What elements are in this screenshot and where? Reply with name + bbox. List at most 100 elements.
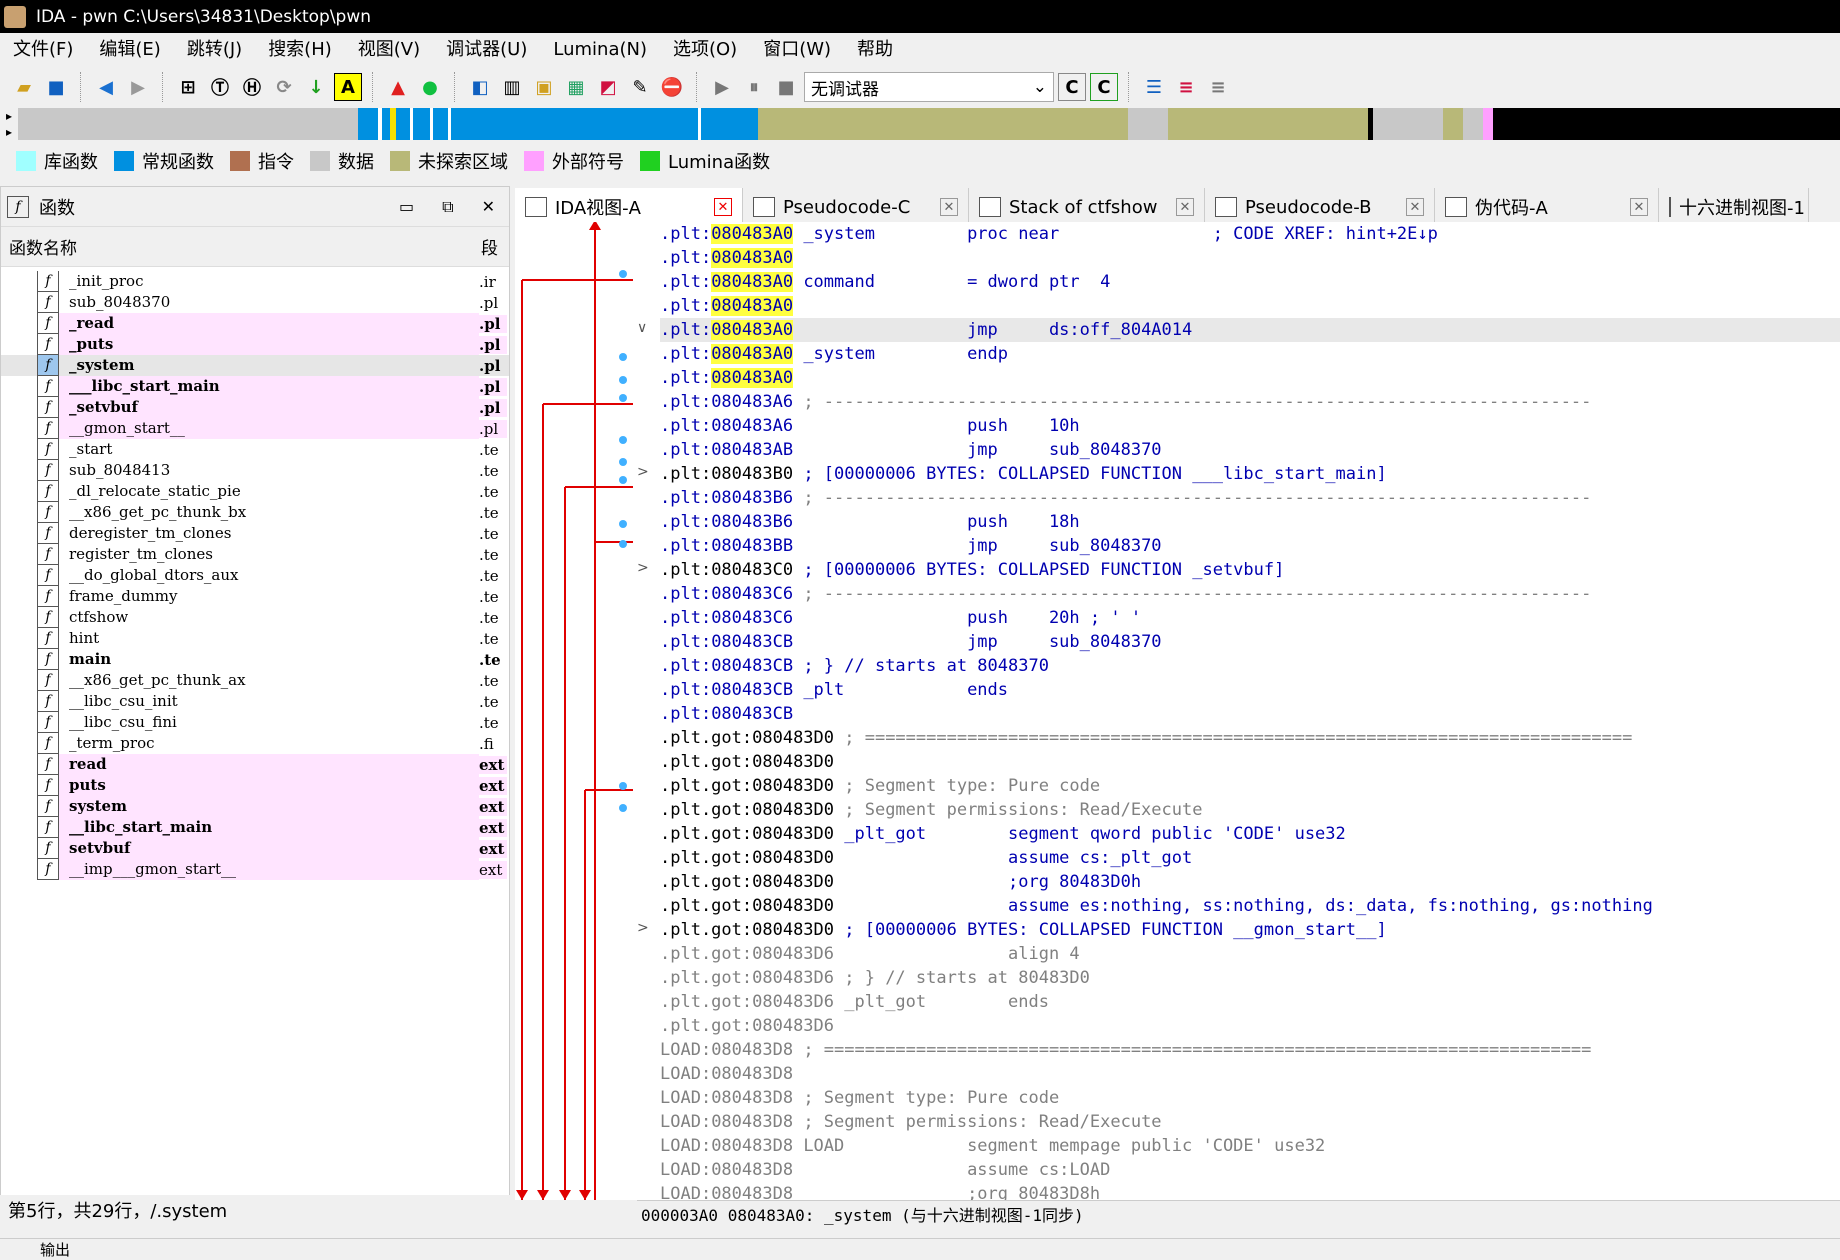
code-line[interactable]: .plt:080483A6 push 10h <box>660 414 1840 438</box>
code-line[interactable]: .plt:080483A0 <box>660 246 1840 270</box>
function-row[interactable]: f __libc_start_main ext <box>1 817 509 838</box>
tab-5[interactable]: 十六进制视图-1 <box>1659 188 1809 226</box>
code-line[interactable]: .plt.got:080483D0 ; [00000006 BYTES: COL… <box>660 918 1840 942</box>
play-icon[interactable]: ▶ <box>708 73 736 101</box>
pause-icon[interactable]: ⏸ <box>740 73 768 101</box>
maximize-icon[interactable]: ▭ <box>399 197 414 217</box>
tab-1[interactable]: Pseudocode-C ✕ <box>743 188 969 226</box>
function-row[interactable]: f _setvbuf .pl <box>1 397 509 418</box>
code-line[interactable]: .plt:080483CB <box>660 702 1840 726</box>
function-row[interactable]: f _system .pl <box>1 355 509 376</box>
fold-toggle-icon[interactable]: > <box>637 464 649 480</box>
menu-item[interactable]: Lumina(N) <box>540 33 660 67</box>
list-red-icon[interactable]: ≡ <box>1172 73 1200 101</box>
save-icon[interactable]: ■ <box>42 73 70 101</box>
circle-icon[interactable]: ● <box>416 73 444 101</box>
code-line[interactable]: .plt.got:080483D0 ; Segment permissions:… <box>660 798 1840 822</box>
function-row[interactable]: f sub_8048413 .te <box>1 460 509 481</box>
function-row[interactable]: f __x86_get_pc_thunk_bx .te <box>1 502 509 523</box>
code-line[interactable]: .plt:080483A0 _system proc near ; CODE X… <box>660 222 1840 246</box>
code-line[interactable]: LOAD:080483D8 assume cs:LOAD <box>660 1158 1840 1182</box>
code-line[interactable]: .plt:080483AB jmp sub_8048370 <box>660 438 1840 462</box>
tab-2[interactable]: Stack of ctfshow ✕ <box>969 188 1205 226</box>
code-line[interactable]: .plt:080483C0 ; [00000006 BYTES: COLLAPS… <box>660 558 1840 582</box>
forward-icon[interactable]: ▶ <box>124 73 152 101</box>
function-row[interactable]: f read ext <box>1 754 509 775</box>
disassembly-listing[interactable]: .plt:080483A0 _system proc near ; CODE X… <box>660 222 1840 1200</box>
function-row[interactable]: f _dl_relocate_static_pie .te <box>1 481 509 502</box>
col-segment[interactable]: 段 <box>481 234 498 259</box>
open-icon[interactable]: ▰ <box>10 73 38 101</box>
tab-close-icon[interactable]: ✕ <box>1630 198 1648 216</box>
function-row[interactable]: f system ext <box>1 796 509 817</box>
menu-item[interactable]: 搜索(H) <box>255 33 345 67</box>
function-row[interactable]: f _read .pl <box>1 313 509 334</box>
function-row[interactable]: f ctfshow .te <box>1 607 509 628</box>
tab-close-icon[interactable]: ✕ <box>1176 198 1194 216</box>
list-icon[interactable]: ☰ <box>1140 73 1168 101</box>
restore-icon[interactable]: ⧉ <box>442 197 453 217</box>
code-line[interactable]: .plt.got:080483D6 ; } // starts at 80483… <box>660 966 1840 990</box>
struct-icon[interactable]: ▣ <box>530 73 558 101</box>
menu-item[interactable]: 文件(F) <box>0 33 86 67</box>
tab-close-icon[interactable]: ✕ <box>1406 198 1424 216</box>
menu-item[interactable]: 窗口(W) <box>750 33 844 67</box>
code-line[interactable]: .plt.got:080483D6 _plt_got ends <box>660 990 1840 1014</box>
function-row[interactable]: f setvbuf ext <box>1 838 509 859</box>
code-line[interactable]: .plt:080483CB _plt ends <box>660 678 1840 702</box>
text-view-icon[interactable]: Ⓣ <box>206 73 234 101</box>
edit-icon[interactable]: ✎ <box>626 73 654 101</box>
close-icon[interactable]: ✕ <box>482 197 495 217</box>
function-row[interactable]: f __libc_csu_init .te <box>1 691 509 712</box>
code-line[interactable]: .plt:080483C6 push 20h ; ' ' <box>660 606 1840 630</box>
output-panel[interactable]: 输出 <box>0 1238 1840 1259</box>
code-line[interactable]: .plt:080483A0 _system endp <box>660 342 1840 366</box>
function-row[interactable]: f register_tm_clones .te <box>1 544 509 565</box>
function-row[interactable]: f hint .te <box>1 628 509 649</box>
function-row[interactable]: f _init_proc .ir <box>1 271 509 292</box>
code-line[interactable]: LOAD:080483D8 LOAD segment mempage publi… <box>660 1134 1840 1158</box>
data-icon[interactable]: ▥ <box>498 73 526 101</box>
code-line[interactable]: .plt.got:080483D0 _plt_got segment qword… <box>660 822 1840 846</box>
triangle-icon[interactable]: ▲ <box>384 73 412 101</box>
code-line[interactable]: .plt:080483C6 ; ------------------------… <box>660 582 1840 606</box>
stop-icon[interactable]: ⛔ <box>658 73 686 101</box>
code-line[interactable]: .plt:080483A0 command = dword ptr 4 <box>660 270 1840 294</box>
text-a-icon[interactable]: A <box>334 73 362 101</box>
fold-toggle-icon[interactable]: ∨ <box>637 320 647 336</box>
function-row[interactable]: f _start .te <box>1 439 509 460</box>
code-line[interactable]: .plt.got:080483D0 <box>660 750 1840 774</box>
function-row[interactable]: f _term_proc .fi <box>1 733 509 754</box>
code-line[interactable]: .plt.got:080483D0 assume cs:_plt_got <box>660 846 1840 870</box>
decompile-icon[interactable]: C <box>1058 73 1086 101</box>
tab-4[interactable]: 伪代码-A ✕ <box>1435 188 1659 226</box>
function-row[interactable]: f main .te <box>1 649 509 670</box>
stop-debug-icon[interactable]: ■ <box>772 73 800 101</box>
nav-arrows-icon[interactable]: ▸ ▸ <box>0 108 18 140</box>
menu-item[interactable]: 编辑(E) <box>86 33 173 67</box>
function-row[interactable]: f __do_global_dtors_aux .te <box>1 565 509 586</box>
code-line[interactable]: LOAD:080483D8 <box>660 1062 1840 1086</box>
function-row[interactable]: f __imp___gmon_start__ ext <box>1 859 509 880</box>
jump-icon[interactable]: ↓ <box>302 73 330 101</box>
fold-toggle-icon[interactable]: > <box>637 560 649 576</box>
code-icon[interactable]: ◧ <box>466 73 494 101</box>
tab-0[interactable]: IDA视图-A ✕ <box>515 188 743 226</box>
tab-3[interactable]: Pseudocode-B ✕ <box>1205 188 1435 226</box>
menu-item[interactable]: 跳转(J) <box>174 33 255 67</box>
function-row[interactable]: f __x86_get_pc_thunk_ax .te <box>1 670 509 691</box>
function-row[interactable]: f __gmon_start__ .pl <box>1 418 509 439</box>
debugger-select[interactable]: 无调试器 ⌄ <box>804 72 1054 102</box>
menu-item[interactable]: 调试器(U) <box>433 33 540 67</box>
function-row[interactable]: f puts ext <box>1 775 509 796</box>
tab-close-icon[interactable]: ✕ <box>714 198 732 216</box>
menu-item[interactable]: 帮助 <box>844 33 906 67</box>
array-icon[interactable]: ▦ <box>562 73 590 101</box>
refresh-icon[interactable]: ⟳ <box>270 73 298 101</box>
navigation-band[interactable] <box>18 108 1840 140</box>
code-line[interactable]: .plt:080483B0 ; [00000006 BYTES: COLLAPS… <box>660 462 1840 486</box>
code-line[interactable]: .plt:080483CB jmp sub_8048370 <box>660 630 1840 654</box>
code-line[interactable]: .plt:080483B6 push 18h <box>660 510 1840 534</box>
code-line[interactable]: .plt:080483BB jmp sub_8048370 <box>660 534 1840 558</box>
code-line[interactable]: .plt.got:080483D0 assume es:nothing, ss:… <box>660 894 1840 918</box>
